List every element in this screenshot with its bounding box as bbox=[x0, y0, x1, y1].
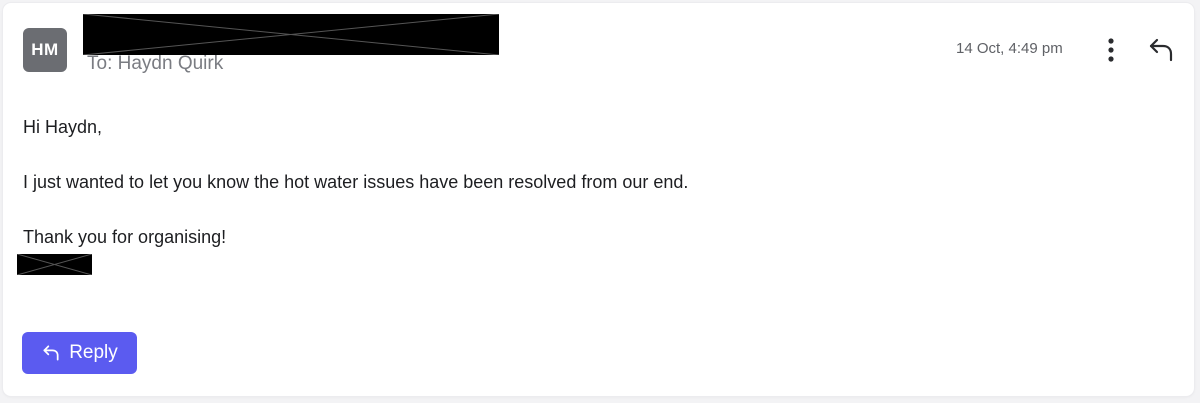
message-body: I just wanted to let you know the hot wa… bbox=[23, 172, 689, 192]
avatar-initials: HM bbox=[31, 40, 59, 59]
reply-arrow-icon bbox=[1149, 38, 1173, 62]
reply-arrow-icon bbox=[43, 345, 59, 361]
more-vertical-icon bbox=[1108, 38, 1114, 62]
timestamp: 14 Oct, 4:49 pm bbox=[956, 40, 1063, 57]
more-options-button[interactable] bbox=[1101, 33, 1121, 67]
message-greeting: Hi Haydn, bbox=[23, 117, 103, 137]
reply-button[interactable]: Reply bbox=[22, 332, 137, 374]
redacted-sender-name bbox=[83, 14, 499, 55]
redacted-signature bbox=[17, 254, 92, 275]
reply-icon-button[interactable] bbox=[1146, 35, 1176, 65]
avatar: HM bbox=[23, 28, 67, 72]
recipient-line: To: Haydn Quirk bbox=[87, 53, 224, 74]
reply-button-label: Reply bbox=[69, 342, 118, 363]
email-message-card: HM To: Haydn Quirk 14 Oct, 4:49 pm Hi Ha… bbox=[3, 3, 1194, 396]
message-closing: Thank you for organising! bbox=[23, 227, 227, 247]
